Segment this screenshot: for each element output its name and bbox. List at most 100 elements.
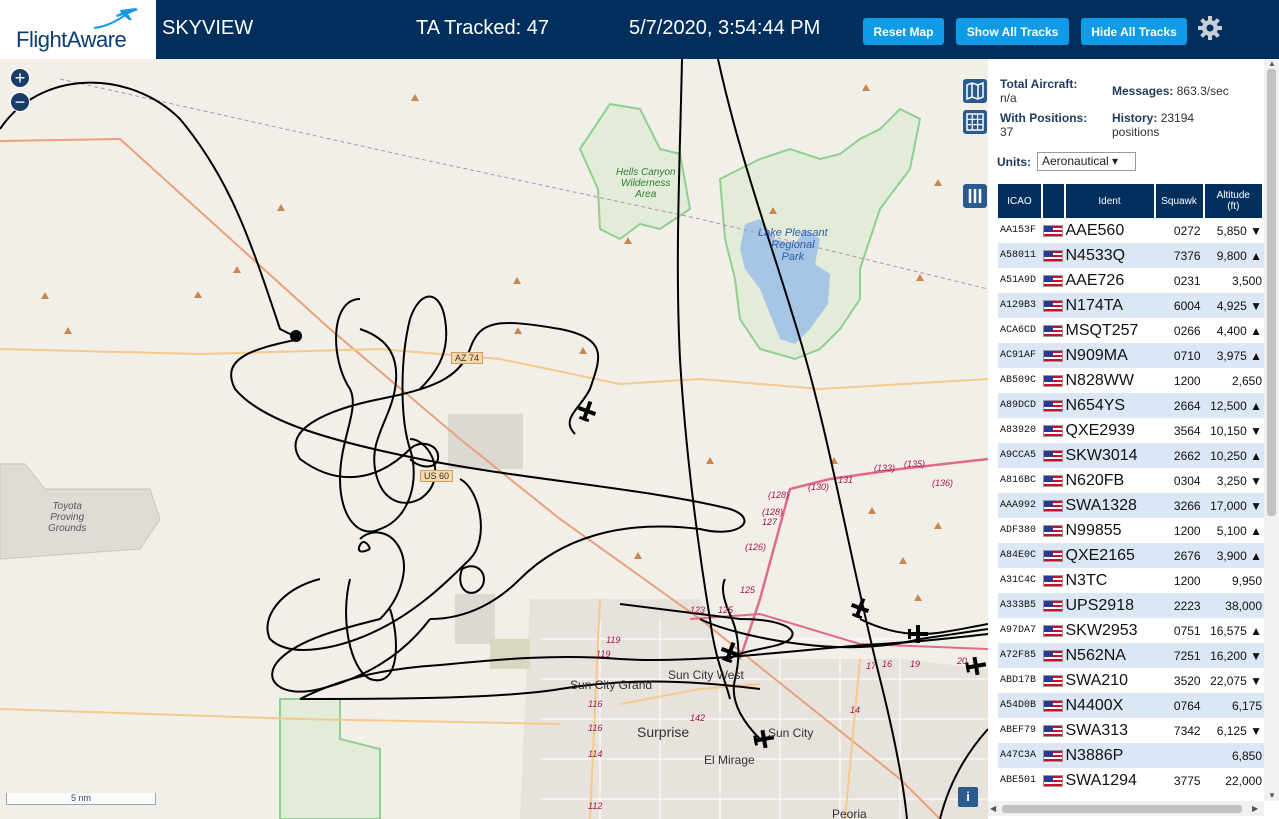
cell-altitude: 3,900 ▲	[1204, 543, 1264, 568]
aircraft-table-body: AA153F AAE560 0272 5,850 ▼ A58011 N4533Q 7376 9…	[998, 218, 1264, 793]
cell-ident: SWA1294	[1065, 768, 1156, 793]
route-label: 19	[910, 659, 921, 669]
cell-altitude: 6,850	[1204, 743, 1264, 768]
units-select[interactable]: Aeronautical ▾	[1037, 152, 1136, 171]
cell-flag	[1043, 393, 1066, 418]
table-row[interactable]: A816BC N620FB 0304 3,250 ▼	[998, 468, 1264, 493]
column-toggle-button[interactable]	[963, 184, 987, 208]
cell-icao: AC91AF	[998, 343, 1043, 368]
column-header-flag[interactable]	[1043, 184, 1066, 218]
map-icon	[966, 81, 984, 101]
cell-squawk: 0751	[1155, 618, 1205, 643]
route-label: 119	[606, 635, 621, 645]
reset-map-button[interactable]: Reset Map	[863, 18, 944, 45]
table-row[interactable]: AC91AF N909MA 0710 3,975 ▲	[998, 343, 1264, 368]
flightaware-logo[interactable]: FlightAware	[0, 0, 156, 59]
table-row[interactable]: A72F85 N562NA 7251 16,200 ▼	[998, 643, 1264, 668]
cell-ident: N562NA	[1065, 643, 1156, 668]
route-label: 112	[588, 801, 603, 811]
us-flag-icon	[1043, 625, 1063, 638]
table-header-row: ICAO Ident Squawk Altitude (ft)	[998, 184, 1264, 218]
table-row[interactable]: A54D0B N4400X 0764 6,175	[998, 693, 1264, 718]
map-canvas[interactable]: Hells Canyon Wilderness Area Lake Pleasant…	[0, 59, 988, 819]
table-row[interactable]: A333B5 UPS2918 2223 38,000	[998, 593, 1264, 618]
route-label: 127	[762, 517, 778, 527]
table-row[interactable]: A129B3 N174TA 6004 4,925 ▼	[998, 293, 1264, 318]
table-row[interactable]: ABD17B SWA210 3520 22,075 ▼	[998, 668, 1264, 693]
cell-flag	[1043, 668, 1066, 693]
scroll-left-icon[interactable]: ◀	[990, 804, 996, 813]
table-row[interactable]: A89DCD N654YS 2664 12,500 ▲	[998, 393, 1264, 418]
column-header-altitude[interactable]: Altitude (ft)	[1204, 184, 1264, 218]
us-flag-icon	[1043, 425, 1063, 438]
label-sun-city: Sun City	[768, 726, 814, 740]
cell-squawk: 0231	[1155, 268, 1205, 293]
cell-ident: AAE560	[1065, 218, 1156, 243]
scroll-down-icon[interactable]: ▼	[1268, 791, 1276, 800]
route-label: 131	[838, 475, 854, 485]
table-row[interactable]: A47C3A N3886P 6,850	[998, 743, 1264, 768]
column-header-ident[interactable]: Ident	[1065, 184, 1156, 218]
cell-flag	[1043, 643, 1066, 668]
vertical-scrollbar[interactable]: ▲ ▼	[1264, 59, 1279, 801]
header-bar: FlightAware SKYVIEW TA Tracked: 47 5/7/2…	[0, 0, 1279, 59]
table-row[interactable]: AB509C N828WW 1200 2,650	[998, 368, 1264, 393]
grid-toggle-button[interactable]	[963, 110, 987, 134]
show-all-tracks-button[interactable]: Show All Tracks	[956, 18, 1069, 45]
table-row[interactable]: A84E0C QXE2165 2676 3,900 ▲	[998, 543, 1264, 568]
scroll-up-icon[interactable]: ▲	[1268, 59, 1276, 68]
label-lake-pleasant: Lake Pleasant Regional Park	[758, 227, 828, 263]
scroll-right-icon[interactable]: ▶	[1252, 804, 1258, 813]
map-layers-button[interactable]	[963, 79, 987, 103]
cell-icao: A31C4C	[998, 568, 1043, 593]
zoom-out-button[interactable]: −	[10, 92, 30, 112]
cell-ident: N3TC	[1065, 568, 1156, 593]
cell-icao: A333B5	[998, 593, 1043, 618]
hide-all-tracks-button[interactable]: Hide All Tracks	[1081, 18, 1187, 45]
with-positions-label: With Positions:	[1000, 111, 1088, 125]
route-label: (130)	[808, 482, 830, 492]
zoom-in-button[interactable]: +	[10, 68, 30, 88]
aircraft-table-wrapper[interactable]: ICAO Ident Squawk Altitude (ft) AA153F AA…	[998, 184, 1264, 800]
table-row[interactable]: ABEF79 SWA313 7342 6,125 ▼	[998, 718, 1264, 743]
gear-icon[interactable]	[1197, 15, 1223, 41]
horizontal-scrollbar[interactable]: ◀ ▶	[988, 801, 1264, 816]
column-header-icao[interactable]: ICAO	[998, 184, 1043, 218]
table-row[interactable]: A83920 QXE2939 3564 10,150 ▼	[998, 418, 1264, 443]
cell-flag	[1043, 418, 1066, 443]
hscroll-thumb[interactable]	[1002, 805, 1242, 813]
column-header-squawk[interactable]: Squawk	[1155, 184, 1205, 218]
us-flag-icon	[1043, 550, 1063, 563]
app-title: SKYVIEW	[162, 17, 254, 39]
table-row[interactable]: AAA992 SWA1328 3266 17,000 ▼	[998, 493, 1264, 518]
route-label: (133)	[874, 463, 896, 473]
messages-value: 863.3/sec	[1176, 84, 1229, 98]
shield-us60: US 60	[420, 470, 454, 482]
cell-icao: AAA992	[998, 493, 1043, 518]
table-row[interactable]: A9CCA5 SKW3014 2662 10,250 ▲	[998, 443, 1264, 468]
cell-icao: A51A9D	[998, 268, 1043, 293]
table-row[interactable]: ABE501 SWA1294 3775 22,000	[998, 768, 1264, 793]
cell-squawk: 1200	[1155, 518, 1205, 543]
table-row[interactable]: ACA6CD MSQT257 0266 4,400 ▲	[998, 318, 1264, 343]
cell-icao: A816BC	[998, 468, 1043, 493]
us-flag-icon	[1043, 775, 1063, 788]
cell-flag	[1043, 268, 1066, 293]
cell-ident: QXE2939	[1065, 418, 1156, 443]
us-flag-icon	[1043, 725, 1063, 738]
scroll-thumb[interactable]	[1267, 69, 1276, 516]
cell-ident: MSQT257	[1065, 318, 1156, 343]
table-row[interactable]: A58011 N4533Q 7376 9,800 ▲	[998, 243, 1264, 268]
table-row[interactable]: A31C4C N3TC 1200 9,950	[998, 568, 1264, 593]
table-row[interactable]: A97DA7 SKW2953 0751 16,575 ▲	[998, 618, 1264, 643]
table-row[interactable]: AA153F AAE560 0272 5,850 ▼	[998, 218, 1264, 243]
cell-icao: A83920	[998, 418, 1043, 443]
table-row[interactable]: ADF380 N99855 1200 5,100 ▲	[998, 518, 1264, 543]
cell-ident: SKW2953	[1065, 618, 1156, 643]
altitude-header-label: Altitude	[1216, 190, 1250, 201]
cell-altitude: 22,075 ▼	[1204, 668, 1264, 693]
us-flag-icon	[1043, 475, 1063, 488]
table-row[interactable]: A51A9D AAE726 0231 3,500	[998, 268, 1264, 293]
info-button[interactable]: i	[958, 787, 978, 807]
cell-altitude: 2,650	[1204, 368, 1264, 393]
